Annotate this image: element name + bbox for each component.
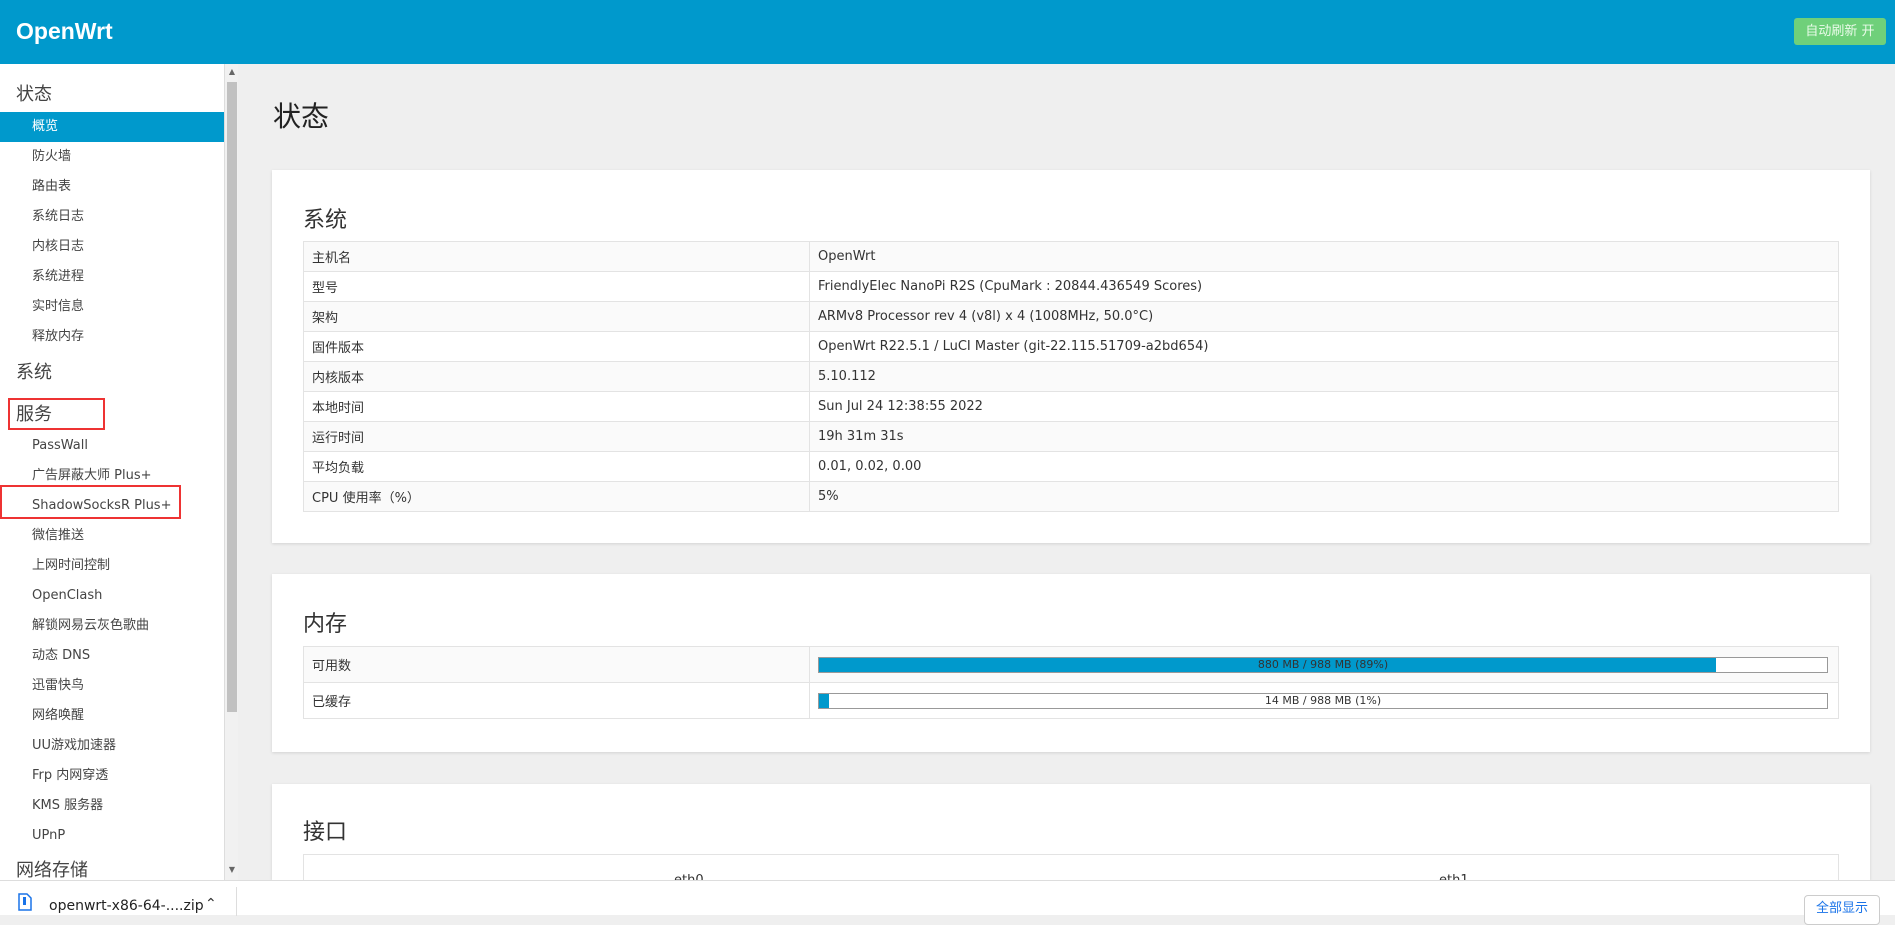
sidebar-item-frp[interactable]: Frp 内网穿透 (0, 761, 224, 791)
sidebar-item-firewall[interactable]: 防火墙 (0, 142, 224, 172)
row-label: 架构 (303, 301, 810, 332)
table-row: 固件版本 OpenWrt R22.5.1 / LuCI Master (git-2… (303, 331, 1839, 362)
system-card: 系统 主机名 OpenWrt 型号 FriendlyElec NanoPi R2S … (272, 170, 1870, 543)
table-row: 已缓存 14 MB / 988 MB (1%) (303, 682, 1839, 719)
sidebar-item-openclash[interactable]: OpenClash (0, 581, 224, 611)
sidebar-item-xunlei[interactable]: 迅雷快鸟 (0, 671, 224, 701)
interfaces-header-row: eth0 eth1 (303, 854, 1839, 880)
sidebar-section-services[interactable]: 服务 (16, 400, 52, 426)
row-label: 固件版本 (303, 331, 810, 362)
row-label: 平均负载 (303, 451, 810, 482)
sidebar-item-wol[interactable]: 网络唤醒 (0, 701, 224, 731)
row-value: 5% (809, 481, 1839, 512)
row-value: ARMv8 Processor rev 4 (v8l) x 4 (1008MHz… (809, 301, 1839, 332)
row-label: 本地时间 (303, 391, 810, 422)
table-row: 本地时间 Sun Jul 24 12:38:55 2022 (303, 391, 1839, 422)
sidebar-item-passwall[interactable]: PassWall (0, 431, 224, 461)
sidebar-section-nas[interactable]: 网络存储 (16, 856, 88, 880)
table-row: 内核版本 5.10.112 (303, 361, 1839, 392)
row-value: OpenWrt (809, 241, 1839, 272)
row-value: Sun Jul 24 12:38:55 2022 (809, 391, 1839, 422)
brand-logo[interactable]: OpenWrt (16, 18, 113, 45)
sidebar-item-system-log[interactable]: 系统日志 (0, 202, 224, 232)
sidebar-item-kms[interactable]: KMS 服务器 (0, 791, 224, 821)
interfaces-card: 接口 eth0 eth1 (272, 784, 1870, 880)
sidebar-item-realtime[interactable]: 实时信息 (0, 292, 224, 322)
interface-eth1-label: eth1 (1439, 873, 1469, 880)
row-label: 已缓存 (303, 682, 810, 719)
system-card-title: 系统 (303, 208, 348, 233)
sidebar-item-processes[interactable]: 系统进程 (0, 262, 224, 292)
memory-card-title: 内存 (303, 612, 348, 637)
sidebar: 状态 概览 防火墙 路由表 系统日志 内核日志 系统进程 实时信息 释放内存 系… (0, 64, 224, 880)
table-row: 主机名 OpenWrt (303, 241, 1839, 272)
row-value: OpenWrt R22.5.1 / LuCI Master (git-22.11… (809, 331, 1839, 362)
zip-file-icon (18, 893, 32, 911)
sidebar-item-shadowsocksr[interactable]: ShadowSocksR Plus+ (0, 491, 224, 521)
sidebar-section-status[interactable]: 状态 (16, 80, 52, 106)
scroll-up-arrow-icon[interactable]: ▲ (227, 66, 237, 78)
sidebar-item-free-memory[interactable]: 释放内存 (0, 322, 224, 352)
download-file-name[interactable]: openwrt-x86-64-....zip (49, 898, 204, 914)
memory-card: 内存 可用数 880 MB / 988 MB (89%) 已缓存 14 MB /… (272, 574, 1870, 752)
memory-cached-bar: 14 MB / 988 MB (1%) (818, 692, 1828, 709)
sidebar-item-upnp[interactable]: UPnP (0, 821, 224, 851)
memory-cached-text: 14 MB / 988 MB (1%) (1264, 693, 1382, 707)
interface-eth0-label: eth0 (674, 873, 704, 880)
table-row: 架构 ARMv8 Processor rev 4 (v8l) x 4 (1008M… (303, 301, 1839, 332)
sidebar-item-time-control[interactable]: 上网时间控制 (0, 551, 224, 581)
chevron-up-icon[interactable]: ⌃ (205, 896, 217, 912)
table-row: 可用数 880 MB / 988 MB (89%) (303, 646, 1839, 683)
sidebar-scrollbar[interactable]: ▲ ▼ (224, 64, 238, 880)
memory-available-bar: 880 MB / 988 MB (89%) (818, 656, 1828, 673)
top-header: OpenWrt 自动刷新 开 (0, 0, 1895, 64)
table-row: 运行时间 19h 31m 31s (303, 421, 1839, 452)
row-value: 19h 31m 31s (809, 421, 1839, 452)
sidebar-section-system[interactable]: 系统 (16, 358, 52, 384)
auto-refresh-button[interactable]: 自动刷新 开 (1794, 18, 1886, 45)
table-row: 平均负载 0.01, 0.02, 0.00 (303, 451, 1839, 482)
row-value: 5.10.112 (809, 361, 1839, 392)
memory-available-text: 880 MB / 988 MB (89%) (1257, 657, 1389, 671)
sidebar-item-ddns[interactable]: 动态 DNS (0, 641, 224, 671)
row-label: 可用数 (303, 646, 810, 683)
page-title: 状态 (273, 100, 330, 133)
row-value: FriendlyElec NanoPi R2S (CpuMark : 20844… (809, 271, 1839, 302)
row-label: 型号 (303, 271, 810, 302)
row-label: 运行时间 (303, 421, 810, 452)
scroll-thumb[interactable] (227, 82, 237, 712)
scroll-down-arrow-icon[interactable]: ▼ (227, 864, 237, 876)
sidebar-item-unblock-music[interactable]: 解锁网易云灰色歌曲 (0, 611, 224, 641)
show-all-button[interactable]: 全部显示 (1804, 895, 1880, 925)
interfaces-card-title: 接口 (303, 820, 348, 845)
sidebar-item-overview[interactable]: 概览 (0, 112, 224, 142)
system-info-table: 主机名 OpenWrt 型号 FriendlyElec NanoPi R2S (Cp… (303, 241, 1839, 512)
sidebar-item-kernel-log[interactable]: 内核日志 (0, 232, 224, 262)
divider (236, 887, 237, 916)
row-value: 0.01, 0.02, 0.00 (809, 451, 1839, 482)
sidebar-item-routes[interactable]: 路由表 (0, 172, 224, 202)
sidebar-item-wechat-push[interactable]: 微信推送 (0, 521, 224, 551)
table-row: 型号 FriendlyElec NanoPi R2S (CpuMark : 208… (303, 271, 1839, 302)
sidebar-item-uu[interactable]: UU游戏加速器 (0, 731, 224, 761)
row-label: 内核版本 (303, 361, 810, 392)
download-bar: openwrt-x86-64-....zip ⌃ 全部显示 (0, 880, 1895, 925)
row-label: CPU 使用率（%） (303, 481, 810, 512)
row-label: 主机名 (303, 241, 810, 272)
table-row: CPU 使用率（%） 5% (303, 481, 1839, 512)
memory-table: 可用数 880 MB / 988 MB (89%) 已缓存 14 MB / 98… (303, 646, 1839, 719)
